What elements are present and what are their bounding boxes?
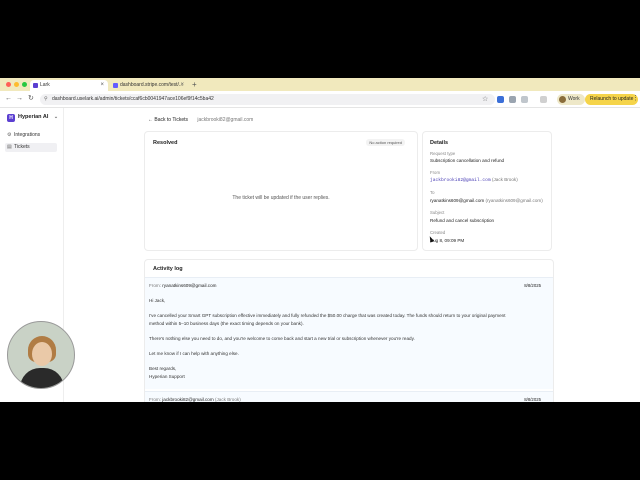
from-value: jackbrooki82@gmail.com (Jack Brook) (430, 177, 518, 183)
message-line: Best regards, (149, 366, 177, 371)
plug-icon: ⚙ (7, 132, 12, 138)
created-label: Created (430, 230, 446, 235)
url-text: dashboard.uselark.ai/admin/tickets/ccaf6… (52, 96, 214, 102)
message-line: Hi Jack, (149, 298, 166, 303)
stripe-favicon-icon (113, 83, 118, 88)
extension-icon[interactable] (497, 96, 504, 103)
relaunch-label: Relaunch to update (590, 96, 634, 102)
webcam-person-shirt (20, 368, 64, 388)
back-arrow-icon[interactable]: ← (5, 94, 12, 104)
from-email[interactable]: jackbrooki82@gmail.com (430, 178, 491, 183)
from-address: jackbrooki82@gmail.com (162, 397, 214, 402)
subject-label: Subject (430, 210, 445, 215)
to-label: To (430, 190, 435, 195)
workspace-name: Hyperian AI (18, 114, 49, 120)
tab-stripe[interactable]: dashboard.stripe.com/test/... × (110, 80, 188, 91)
workspace-switcher[interactable]: H Hyperian AI ⌄ (7, 113, 58, 122)
message-date: 8/8/2025 (524, 397, 541, 402)
extension-icon[interactable] (509, 96, 516, 103)
sidebar-item-tickets[interactable]: ▤ Tickets (5, 143, 57, 152)
customer-email: jackbrooki82@gmail.com (197, 117, 254, 123)
from-address: ryanatkins609@gmail.com (162, 283, 217, 288)
extension-icon[interactable] (521, 96, 528, 103)
forward-arrow-icon[interactable]: → (16, 94, 23, 104)
message-line: There's nothing else you need to do, and… (149, 336, 415, 341)
browser-window: Lark × dashboard.stripe.com/test/... × +… (0, 78, 640, 402)
message-line: I've cancelled your Smart GPT subscripti… (149, 313, 506, 318)
message-date: 8/8/2025 (524, 283, 541, 288)
activity-log-card: Activity log From: ryanatkins609@gmail.c… (144, 259, 554, 402)
status-badge: No action required (366, 139, 405, 146)
site-info-icon[interactable]: ⚲ (44, 94, 48, 105)
details-card: Details Request type Subscription cancel… (422, 131, 552, 251)
close-tab-icon[interactable]: × (180, 80, 184, 91)
webcam-person-face (32, 342, 52, 366)
ticket-icon: ▤ (7, 144, 12, 150)
bookmark-star-icon[interactable]: ☆ (482, 94, 488, 105)
webcam-overlay (7, 321, 75, 389)
maximize-window-icon[interactable] (22, 82, 27, 87)
subject-value: Refund and cancel subscription (430, 218, 495, 223)
request-type-label: Request type (430, 151, 456, 156)
minimize-window-icon[interactable] (14, 82, 19, 87)
address-bar[interactable]: ⚲ dashboard.uselark.ai/admin/tickets/cca… (40, 94, 495, 105)
from-label: From: (149, 283, 161, 288)
close-tab-icon[interactable]: × (100, 80, 104, 91)
close-window-icon[interactable] (6, 82, 11, 87)
activity-log-title: Activity log (153, 266, 183, 272)
browser-menu-icon[interactable]: ⋮ (632, 94, 639, 104)
back-to-tickets-link[interactable]: ← Back to Tickets (148, 117, 188, 123)
activity-message: From: ryanatkins609@gmail.com 8/8/2025 H… (145, 277, 553, 389)
details-title: Details (430, 140, 449, 146)
browser-toolbar: ← → ↻ ⚲ dashboard.uselark.ai/admin/ticke… (0, 91, 640, 108)
created-value: Aug 8, 09:09 PM (430, 238, 465, 243)
message-line: Let me know if I can help with anything … (149, 351, 239, 356)
back-label: Back to Tickets (154, 117, 189, 123)
avatar (559, 96, 566, 103)
sidebar-item-label: Tickets (14, 144, 30, 150)
tab-label: Lark (40, 82, 50, 88)
lark-favicon-icon (33, 83, 38, 88)
side-panel-icon[interactable] (540, 96, 547, 103)
tab-strip: Lark × dashboard.stripe.com/test/... × + (0, 78, 640, 91)
from-label: From (430, 170, 441, 175)
breadcrumb: ← Back to Tickets jackbrooki82@gmail.com (148, 116, 253, 124)
status-card: Resolved No action required The ticket w… (144, 131, 418, 251)
relaunch-button[interactable]: Relaunch to update (585, 94, 639, 105)
main-content: ← Back to Tickets jackbrooki82@gmail.com… (64, 108, 640, 402)
from-name: (Jack Brook) (491, 177, 518, 182)
status-title: Resolved (153, 140, 178, 146)
new-tab-icon[interactable]: + (192, 80, 197, 90)
sidebar-item-integrations[interactable]: ⚙ Integrations (5, 131, 57, 140)
message-line: Hyperian Support (149, 374, 185, 379)
profile-label: Work (568, 96, 580, 102)
from-label: From: (149, 397, 161, 402)
activity-message: From: jackbrooki82@gmail.com (Jack Brook… (145, 391, 553, 402)
reply-message: The ticket will be updated if the user r… (232, 195, 330, 201)
chevron-down-icon: ⌄ (53, 114, 59, 120)
to-value: ryanatkins609@gmail.com (ryanatkins609@g… (430, 198, 543, 203)
profile-button[interactable]: Work (557, 94, 585, 105)
workspace-logo-icon: H (7, 114, 15, 122)
tab-lark[interactable]: Lark × (30, 80, 108, 91)
sidebar-item-label: Integrations (14, 132, 41, 138)
from-name: (Jack Brook) (214, 397, 241, 402)
to-email: ryanatkins609@gmail.com (430, 198, 485, 203)
tab-label: dashboard.stripe.com/test/... (120, 82, 184, 88)
message-from: From: ryanatkins609@gmail.com (149, 283, 216, 288)
request-type-value: Subscription cancellation and refund (430, 158, 505, 163)
message-line: method within 5–10 business days (the ex… (149, 321, 304, 326)
reload-icon[interactable]: ↻ (28, 94, 34, 104)
message-from: From: jackbrooki82@gmail.com (Jack Brook… (149, 397, 241, 402)
to-name: (ryanatkins609@gmail.com) (485, 198, 543, 203)
